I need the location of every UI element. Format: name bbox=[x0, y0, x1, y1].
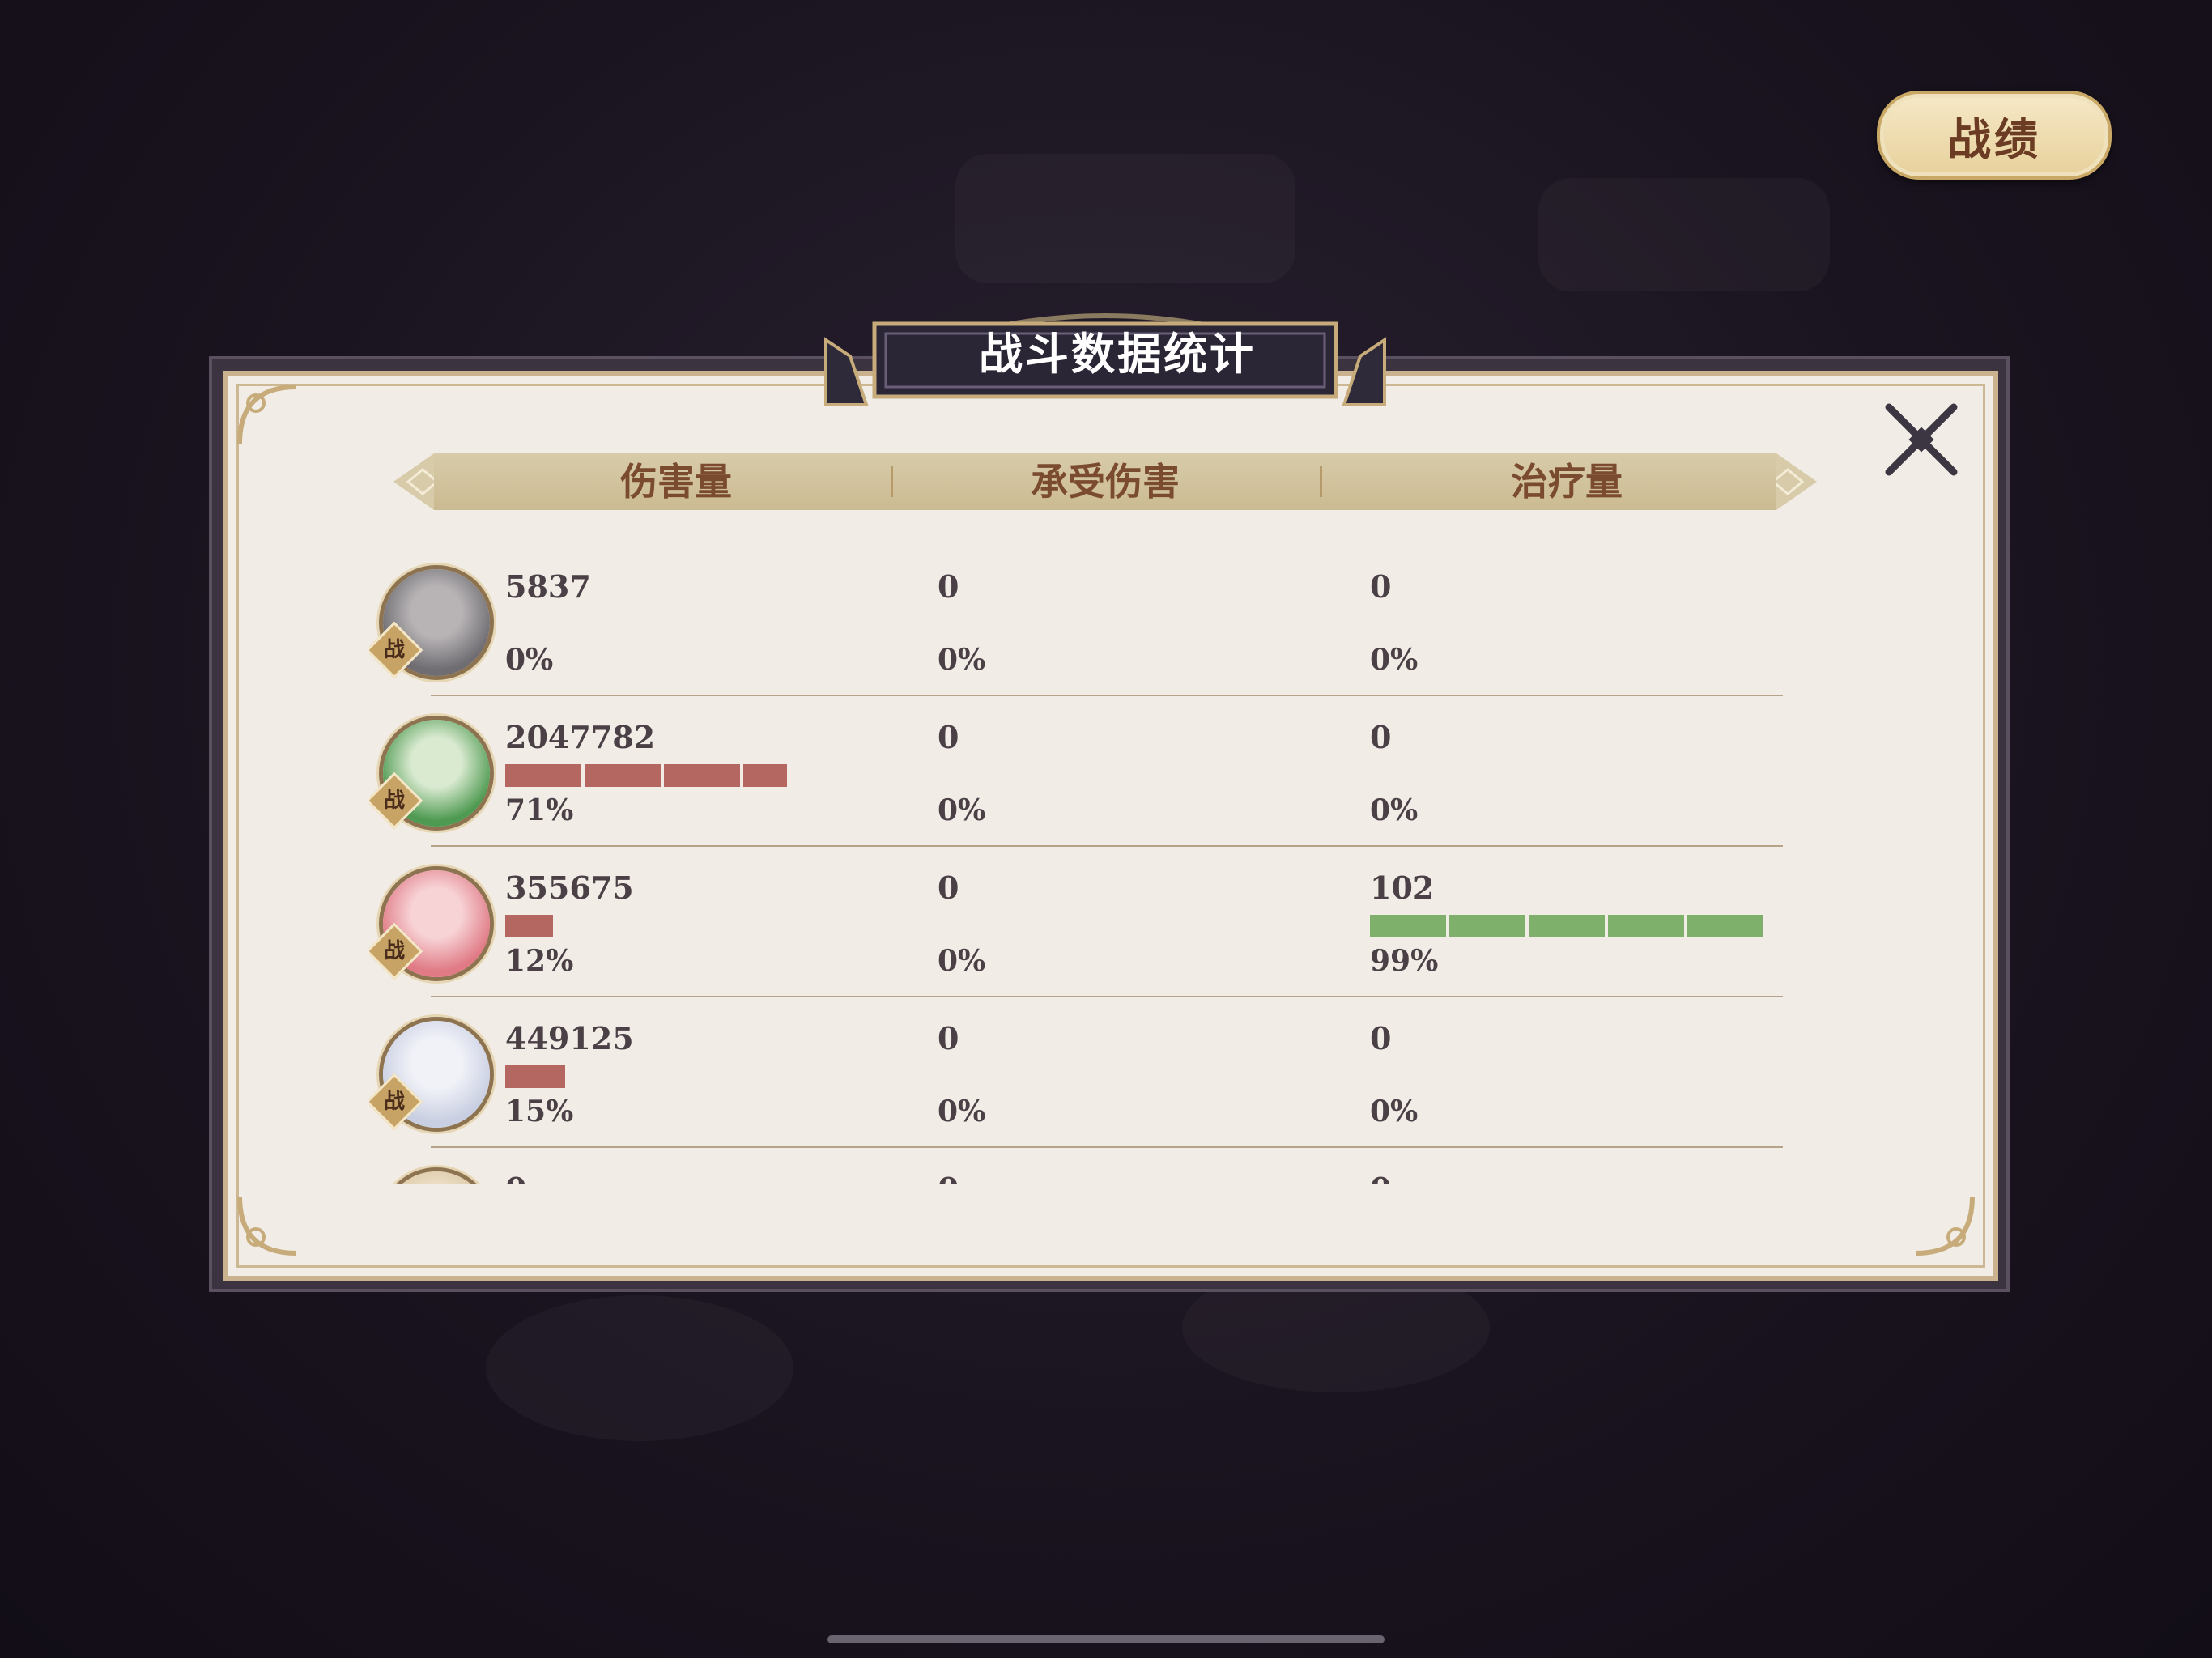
bar-segment bbox=[505, 915, 553, 937]
bar-segment bbox=[1608, 915, 1684, 937]
bar-segment bbox=[505, 1065, 565, 1088]
table-row: 战 5837 0% 0 0% 0 0% bbox=[369, 541, 1794, 696]
damage-value: 0 bbox=[505, 1171, 526, 1184]
damage-bar bbox=[505, 915, 553, 937]
healing-value: 0 bbox=[1370, 1171, 1391, 1184]
table-row: 战 449125 15% 0 0% 0 0% bbox=[369, 993, 1794, 1148]
bar-segment bbox=[1370, 915, 1446, 937]
damage-taken-percent: 0% bbox=[938, 643, 986, 677]
damage-taken-value: 0 bbox=[938, 1020, 959, 1056]
damage-value: 355675 bbox=[505, 869, 634, 906]
avatar-portrait bbox=[383, 1171, 490, 1184]
damage-taken-value: 0 bbox=[938, 1171, 959, 1184]
bar-segment bbox=[505, 764, 581, 787]
background-scene bbox=[486, 1295, 793, 1441]
battle-record-label: 战绩 bbox=[1947, 113, 2041, 165]
damage-value: 449125 bbox=[505, 1020, 634, 1056]
healing-value: 102 bbox=[1370, 869, 1435, 906]
column-header-healing[interactable]: 治疗量 bbox=[1409, 450, 1725, 513]
healing-value: 0 bbox=[1370, 568, 1392, 605]
close-icon bbox=[1885, 403, 1958, 476]
table-row: 战 355675 12% 0 0% 102 99% bbox=[369, 842, 1794, 997]
home-indicator[interactable] bbox=[827, 1635, 1385, 1643]
column-header-damage-taken[interactable]: 承受伤害 bbox=[947, 450, 1263, 513]
bar-segment bbox=[1529, 915, 1605, 937]
corner-ornament-icon bbox=[1908, 1188, 1980, 1261]
panel-title: 战斗数据统计 bbox=[979, 329, 1256, 380]
avatar[interactable] bbox=[379, 1167, 494, 1184]
damage-taken-percent: 0% bbox=[938, 793, 986, 827]
damage-percent: 71% bbox=[505, 793, 574, 827]
damage-percent: 12% bbox=[505, 944, 574, 978]
damage-bar bbox=[505, 764, 787, 787]
healing-percent: 0% bbox=[1370, 793, 1419, 827]
close-button[interactable] bbox=[1877, 395, 1966, 484]
bar-segment bbox=[1687, 915, 1763, 937]
damage-taken-value: 0 bbox=[938, 719, 959, 755]
damage-taken-percent: 0% bbox=[938, 1095, 986, 1129]
healing-percent: 0% bbox=[1370, 643, 1419, 677]
background-scene bbox=[955, 154, 1295, 283]
healing-bar bbox=[1370, 915, 1763, 937]
damage-percent: 15% bbox=[505, 1095, 574, 1129]
table-row: 战 2047782 71% 0 0% 0 0% bbox=[369, 691, 1794, 847]
damage-taken-value: 0 bbox=[938, 869, 959, 906]
header-divider bbox=[1320, 466, 1322, 497]
table-row: 战 0 0 0 bbox=[369, 1143, 1794, 1184]
battle-record-button[interactable]: 战绩 bbox=[1877, 91, 2112, 180]
healing-percent: 99% bbox=[1370, 944, 1439, 978]
healing-value: 0 bbox=[1370, 719, 1392, 755]
stats-list[interactable]: 战 5837 0% 0 0% 0 0% 战 2047782 71% 0 0% 0… bbox=[369, 526, 1794, 1184]
corner-ornament-icon bbox=[232, 1188, 304, 1261]
damage-value: 2047782 bbox=[505, 719, 656, 755]
background-scene bbox=[1538, 178, 1830, 291]
corner-ornament-icon bbox=[232, 379, 304, 452]
bar-segment bbox=[585, 764, 661, 787]
column-header-damage[interactable]: 伤害量 bbox=[518, 450, 834, 513]
damage-percent: 0% bbox=[505, 643, 554, 677]
damage-taken-value: 0 bbox=[938, 568, 959, 605]
header-divider bbox=[891, 466, 893, 497]
bar-segment bbox=[1449, 915, 1525, 937]
bar-segment bbox=[743, 764, 787, 787]
damage-value: 5837 bbox=[505, 568, 591, 605]
healing-value: 0 bbox=[1370, 1020, 1392, 1056]
bar-segment bbox=[664, 764, 740, 787]
damage-taken-percent: 0% bbox=[938, 944, 986, 978]
damage-bar bbox=[505, 1065, 565, 1088]
healing-percent: 0% bbox=[1370, 1095, 1419, 1129]
